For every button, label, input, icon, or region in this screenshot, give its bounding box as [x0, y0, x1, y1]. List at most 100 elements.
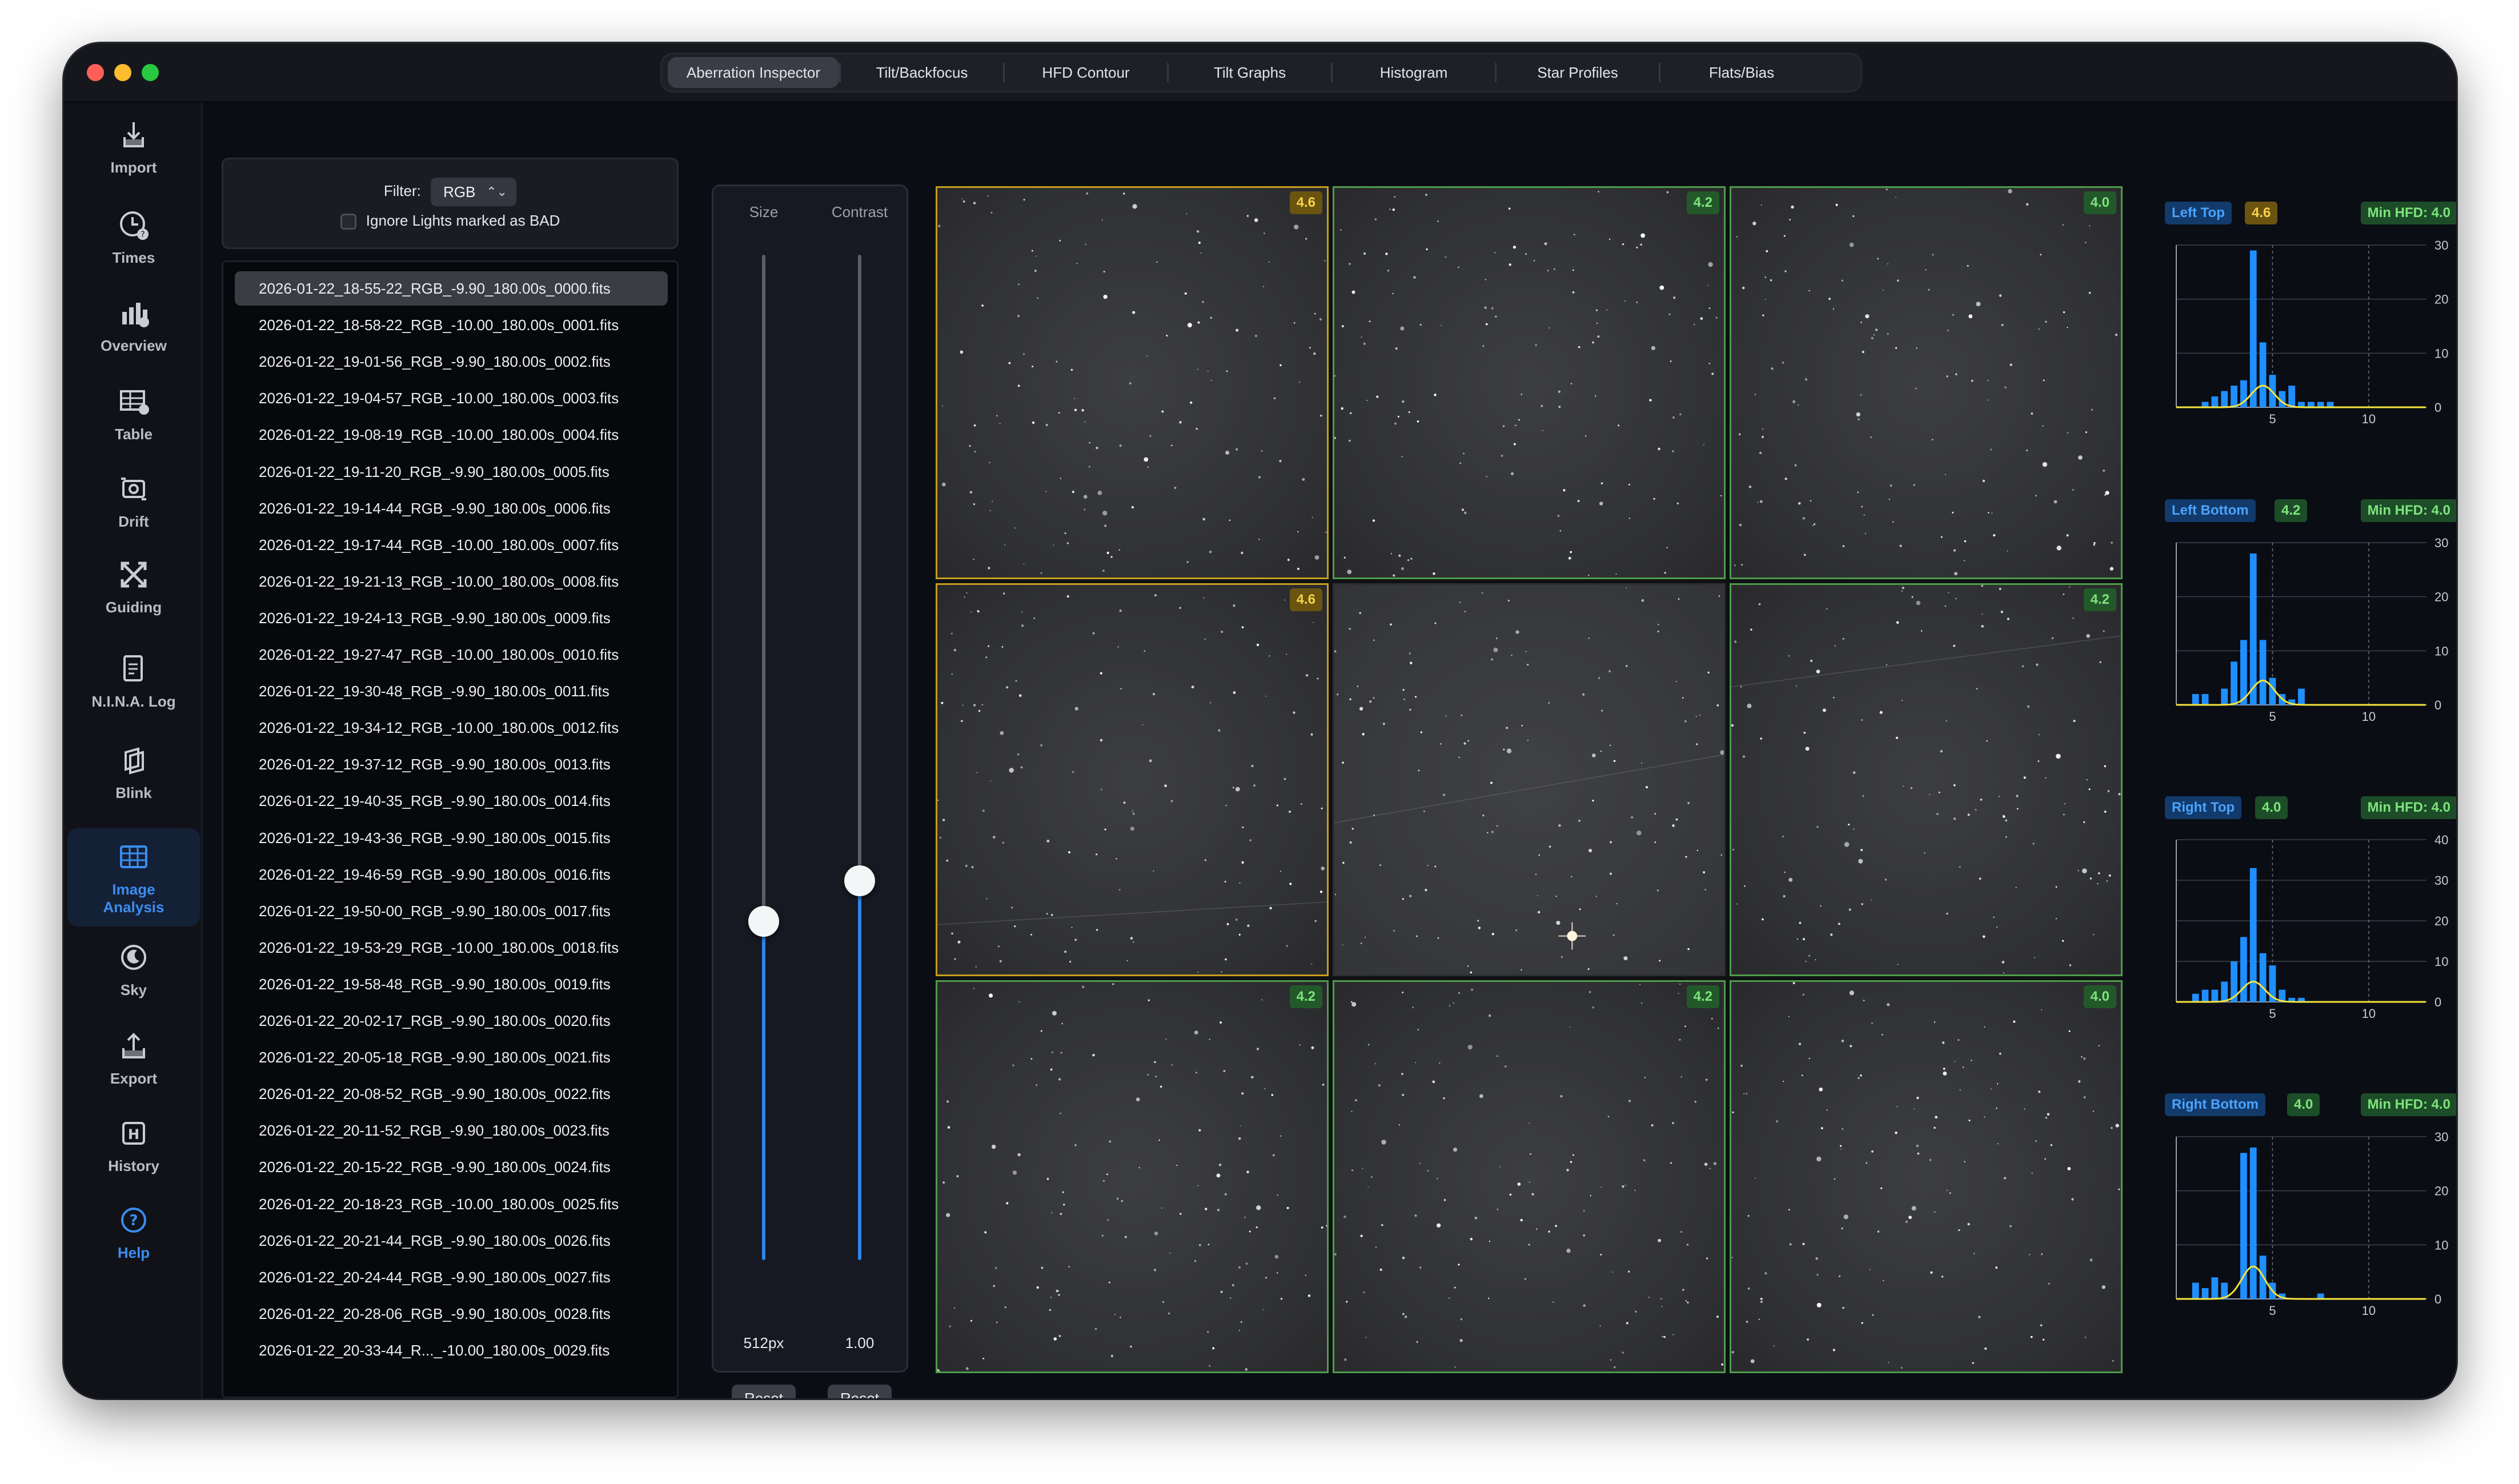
- file-list-item[interactable]: 2026-01-22_19-46-59_RGB_-9.90_180.00s_00…: [235, 857, 668, 892]
- file-list-item[interactable]: 2026-01-22_19-43-36_RGB_-9.90_180.00s_00…: [235, 821, 668, 855]
- sidebar-item-export[interactable]: Export: [67, 1025, 200, 1088]
- histogram-bar: [2201, 989, 2209, 1002]
- star: [1155, 1076, 1157, 1078]
- file-list-item[interactable]: 2026-01-22_20-24-44_RGB_-9.90_180.00s_00…: [235, 1260, 668, 1294]
- filter-select[interactable]: RGB ⌃⌄: [431, 178, 517, 206]
- file-list-item[interactable]: 2026-01-22_19-08-19_RGB_-10.00_180.00s_0…: [235, 418, 668, 452]
- file-list-item[interactable]: 2026-01-22_20-05-18_RGB_-9.90_180.00s_00…: [235, 1040, 668, 1074]
- file-list-item[interactable]: 2026-01-22_18-55-22_RGB_-9.90_180.00s_00…: [235, 271, 668, 306]
- file-list-item[interactable]: 2026-01-22_19-50-00_RGB_-9.90_180.00s_00…: [235, 894, 668, 928]
- star: [1102, 569, 1105, 572]
- sidebar-item-label: N.I.N.A. Log: [91, 693, 176, 710]
- star: [1124, 1236, 1127, 1238]
- star: [993, 836, 996, 839]
- aberration-tile[interactable]: 4.2: [1333, 980, 1726, 1373]
- minimize-window-button[interactable]: [114, 64, 131, 81]
- file-list-item[interactable]: 2026-01-22_19-40-35_RGB_-9.90_180.00s_00…: [235, 784, 668, 818]
- sidebar-item-n-i-n-a-log[interactable]: N.I.N.A. Log: [67, 648, 200, 711]
- aberration-tile[interactable]: 4.2: [1333, 186, 1726, 579]
- file-list-item[interactable]: 2026-01-22_19-04-57_RGB_-10.00_180.00s_0…: [235, 381, 668, 415]
- star: [1887, 1003, 1890, 1006]
- zoom-window-button[interactable]: [142, 64, 159, 81]
- sidebar-item-guiding[interactable]: Guiding: [67, 554, 200, 616]
- sidebar-item-overview[interactable]: Overview: [67, 292, 200, 355]
- file-list-item[interactable]: 2026-01-22_19-27-47_RGB_-10.00_180.00s_0…: [235, 637, 668, 672]
- file-list-item[interactable]: 2026-01-22_20-33-44_R..._-10.00_180.00s_…: [235, 1333, 668, 1367]
- file-list-item[interactable]: 2026-01-22_19-34-12_RGB_-10.00_180.00s_0…: [235, 711, 668, 745]
- sidebar-item-table[interactable]: Table: [67, 381, 200, 443]
- aberration-tile[interactable]: 4.0: [1730, 980, 2123, 1373]
- close-window-button[interactable]: [87, 64, 104, 81]
- star: [1703, 871, 1706, 874]
- file-list-item[interactable]: 2026-01-22_20-08-52_RGB_-9.90_180.00s_00…: [235, 1077, 668, 1111]
- tab-star-profiles[interactable]: Star Profiles: [1497, 57, 1659, 88]
- file-list-item[interactable]: 2026-01-22_19-01-56_RGB_-9.90_180.00s_00…: [235, 344, 668, 379]
- size-slider-knob[interactable]: [748, 905, 779, 937]
- star: [1279, 871, 1281, 872]
- file-list-item[interactable]: 2026-01-22_18-58-22_RGB_-10.00_180.00s_0…: [235, 308, 668, 342]
- tab-flats-bias[interactable]: Flats/Bias: [1660, 57, 1823, 88]
- star: [1708, 307, 1711, 310]
- star: [1158, 1139, 1160, 1141]
- star: [2068, 1030, 2071, 1032]
- star: [1342, 761, 1344, 764]
- file-list-item[interactable]: 2026-01-22_20-18-23_RGB_-10.00_180.00s_0…: [235, 1187, 668, 1221]
- star: [1881, 1033, 1883, 1036]
- size-reset-button[interactable]: Reset: [732, 1385, 796, 1398]
- star: [1802, 1242, 1805, 1245]
- file-list-item[interactable]: 2026-01-22_20-15-22_RGB_-9.90_180.00s_00…: [235, 1150, 668, 1184]
- file-list-item[interactable]: 2026-01-22_19-14-44_RGB_-9.90_180.00s_00…: [235, 491, 668, 526]
- aberration-tile[interactable]: 4.6: [936, 186, 1329, 579]
- file-list-item[interactable]: 2026-01-22_19-37-12_RGB_-9.90_180.00s_00…: [235, 747, 668, 781]
- aberration-tile[interactable]: [1333, 583, 1726, 976]
- aberration-tile[interactable]: 4.2: [936, 980, 1329, 1373]
- file-list-item[interactable]: 2026-01-22_19-58-48_RGB_-9.90_180.00s_00…: [235, 967, 668, 1001]
- aberration-tile[interactable]: 4.6: [936, 583, 1329, 976]
- file-list-item[interactable]: 2026-01-22_19-53-29_RGB_-10.00_180.00s_0…: [235, 930, 668, 965]
- file-list-item[interactable]: 2026-01-22_19-11-20_RGB_-9.90_180.00s_00…: [235, 455, 668, 489]
- star: [2043, 379, 2045, 382]
- star: [1871, 1022, 1873, 1024]
- sidebar-item-history[interactable]: H History: [67, 1113, 200, 1175]
- file-list-item[interactable]: 2026-01-22_19-30-48_RGB_-9.90_180.00s_00…: [235, 674, 668, 708]
- aberration-tile[interactable]: 4.2: [1730, 583, 2123, 976]
- file-list-item[interactable]: 2026-01-22_20-21-44_RGB_-9.90_180.00s_00…: [235, 1224, 668, 1258]
- tab-hfd-contour[interactable]: HFD Contour: [1005, 57, 1167, 88]
- sidebar-item-drift[interactable]: Drift: [67, 468, 200, 531]
- star: [1439, 1062, 1441, 1064]
- star: [1256, 1205, 1261, 1210]
- aberration-tile[interactable]: 4.0: [1730, 186, 2123, 579]
- tab-histogram[interactable]: Histogram: [1333, 57, 1495, 88]
- star: [1783, 235, 1786, 237]
- ignore-bad-checkbox[interactable]: [340, 214, 356, 230]
- file-list[interactable]: 2026-01-22_18-55-22_RGB_-9.90_180.00s_00…: [222, 260, 679, 1398]
- file-list-item[interactable]: 2026-01-22_20-11-52_RGB_-9.90_180.00s_00…: [235, 1113, 668, 1148]
- file-list-item[interactable]: 2026-01-22_20-02-17_RGB_-9.90_180.00s_00…: [235, 1004, 668, 1038]
- star: [1622, 1185, 1624, 1188]
- contrast-reset-button[interactable]: Reset: [828, 1385, 892, 1398]
- tab-tilt-graphs[interactable]: Tilt Graphs: [1169, 57, 1331, 88]
- star: [1589, 990, 1591, 993]
- star: [1443, 1199, 1446, 1201]
- star: [1060, 1213, 1062, 1216]
- file-list-item[interactable]: 2026-01-22_19-21-13_RGB_-10.00_180.00s_0…: [235, 564, 668, 599]
- star: [1531, 1193, 1534, 1196]
- sidebar-item-sky[interactable]: Sky: [67, 937, 200, 999]
- sidebar-item-times[interactable]: ? Times: [67, 204, 200, 267]
- file-list-item[interactable]: 2026-01-22_19-24-13_RGB_-9.90_180.00s_00…: [235, 601, 668, 635]
- sidebar-item-help[interactable]: ? Help: [67, 1200, 200, 1262]
- star: [1810, 500, 1812, 502]
- tab-tilt-backfocus[interactable]: Tilt/Backfocus: [841, 57, 1003, 88]
- contrast-slider-knob[interactable]: [844, 865, 875, 897]
- star: [960, 350, 964, 354]
- sidebar-item-import[interactable]: Import: [67, 114, 200, 177]
- sidebar-item-image-analysis[interactable]: Image Analysis: [67, 828, 200, 927]
- sidebar-item-blink[interactable]: Blink: [67, 740, 200, 802]
- tab-aberration-inspector[interactable]: Aberration Inspector: [668, 57, 839, 88]
- star: [1503, 748, 1505, 751]
- star: [981, 704, 984, 706]
- star: [1815, 959, 1816, 961]
- file-list-item[interactable]: 2026-01-22_19-17-44_RGB_-10.00_180.00s_0…: [235, 528, 668, 562]
- file-list-item[interactable]: 2026-01-22_20-28-06_RGB_-9.90_180.00s_00…: [235, 1297, 668, 1331]
- star: [1521, 394, 1522, 395]
